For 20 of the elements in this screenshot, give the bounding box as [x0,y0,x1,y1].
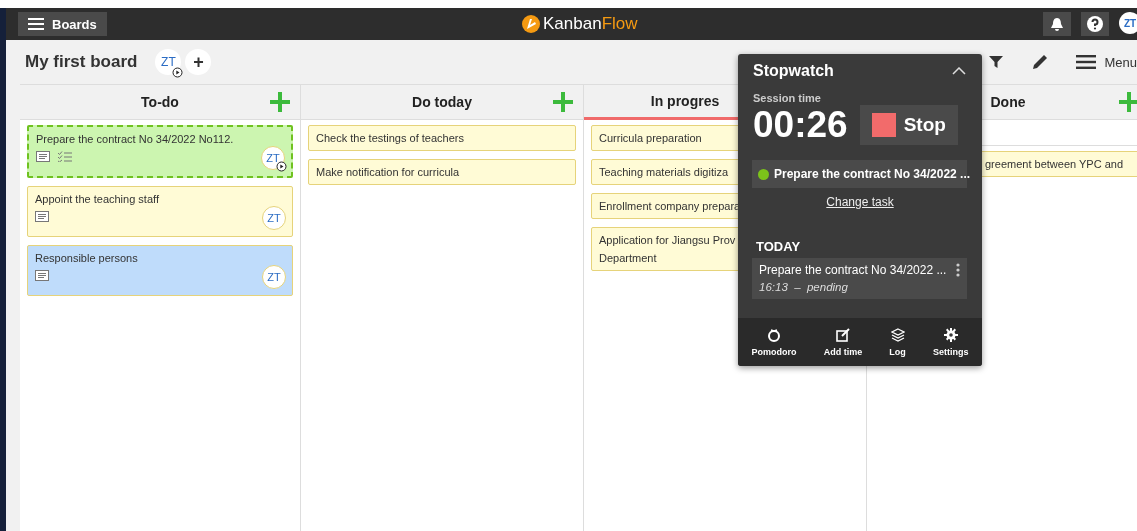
logo-text: KanbanFlow [543,14,638,34]
card-title: Teaching materials digitiza [599,166,728,178]
card-title: Department [599,252,657,264]
column-title: In progres [650,93,720,109]
card-title: Application for Jiangsu Prov [599,234,736,246]
column-title: To-do [141,94,179,110]
entry-time: 16:13 – pending [759,281,849,293]
session-label: Session time [753,92,822,104]
card-title: Curricula preparation [599,132,702,144]
card-title: greement between YPC and [985,158,1123,170]
card-title: Responsible persons [35,252,138,264]
card-title: Prepare the contract No 34/2022 No112. [36,133,234,145]
card-title: Appoint the teaching staff [35,193,159,205]
section-heading: TODAY [756,239,802,254]
board-title: My first board [25,52,138,72]
column-title: Do today [412,94,472,110]
column-title: Done [990,94,1026,110]
card-title: Check the testings of teachers [316,132,464,144]
card-title: Make notification for curricula [316,166,460,178]
panel-title: Stopwatch [753,62,834,80]
